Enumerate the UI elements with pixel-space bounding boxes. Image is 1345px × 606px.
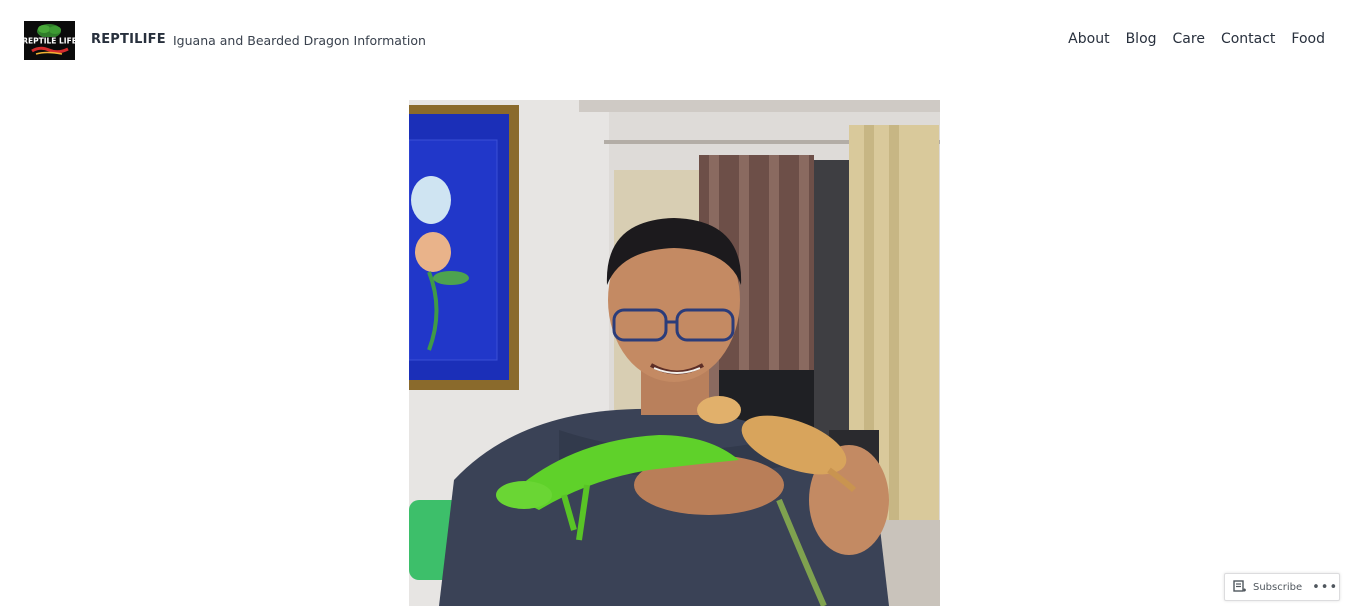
site-header: REPTILE LIFE REPTILIFE Iguana and Bearde…: [0, 0, 1345, 80]
nav-item-care[interactable]: Care: [1173, 31, 1205, 47]
nav-item-food[interactable]: Food: [1291, 31, 1325, 47]
site-logo[interactable]: REPTILE LIFE: [24, 21, 75, 60]
logo-icon: REPTILE LIFE: [24, 21, 75, 60]
nav-item-about[interactable]: About: [1068, 31, 1109, 47]
subscribe-actionbar: Subscribe •••: [1224, 573, 1340, 601]
more-options-icon[interactable]: •••: [1306, 581, 1345, 594]
primary-nav: About Blog Care Contact Food: [1052, 31, 1325, 47]
featured-image: [409, 100, 940, 606]
site-tagline: Iguana and Bearded Dragon Information: [173, 33, 426, 48]
nav-item-contact[interactable]: Contact: [1221, 31, 1275, 47]
logo-text: REPTILE LIFE: [24, 37, 75, 46]
reader-icon: [1233, 580, 1246, 592]
subscribe-label: Subscribe: [1253, 581, 1303, 593]
nav-item-blog[interactable]: Blog: [1126, 31, 1157, 47]
site-title-link[interactable]: REPTILIFE: [91, 32, 166, 47]
featured-photo-icon: [409, 100, 940, 606]
subscribe-button[interactable]: Subscribe: [1225, 574, 1306, 600]
